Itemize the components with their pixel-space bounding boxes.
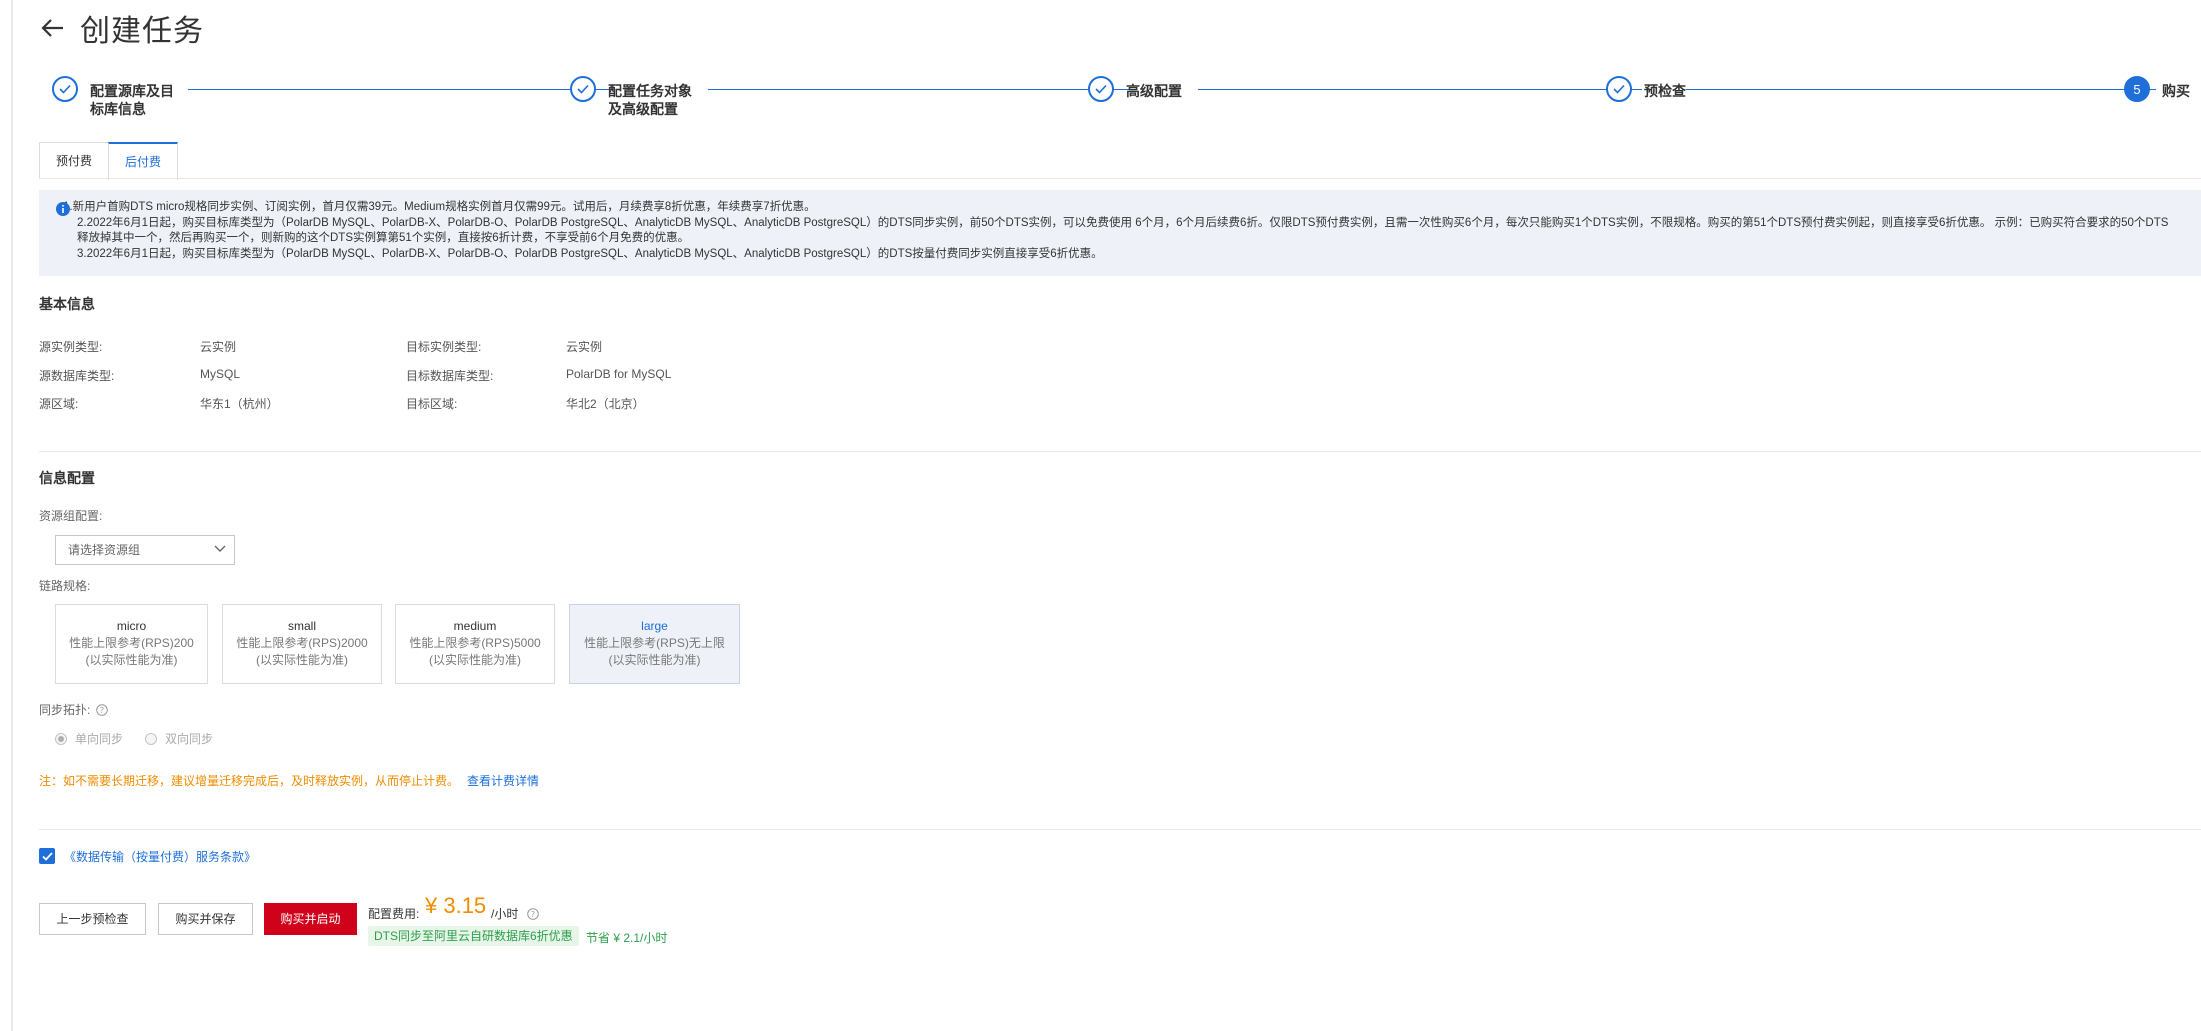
spec-name: small [287, 619, 316, 633]
step-label: 预检查 [1644, 83, 1686, 99]
notice-line: 1.新用户首购DTS micro规格同步实例、订阅实例，首月仅需39元。Medi… [63, 201, 816, 213]
target-db-type-value: PolarDB for MySQL [566, 367, 672, 381]
step-connector [708, 89, 1134, 90]
savings-text: 节省 ¥ 2.1/小时 [586, 931, 668, 945]
spec-note: (以实际性能为准) [429, 653, 521, 667]
step-label: 配置任务对象 及高级配置 [608, 83, 692, 117]
terms-checkbox[interactable] [39, 848, 55, 864]
spec-card-small[interactable]: small 性能上限参考(RPS)2000 (以实际性能为准) [222, 604, 382, 684]
resource-group-select[interactable]: 请选择资源组 [55, 535, 235, 565]
create-task-page: 创建任务 配置源库及目 标库信息 配置任务对象 及高级配置 高级配置 预检查 5… [0, 0, 2201, 1031]
step-progress: 配置源库及目 标库信息 配置任务对象 及高级配置 高级配置 预检查 5 购买 [52, 76, 2201, 126]
basic-info-title: 基本信息 [39, 296, 95, 312]
target-instance-type-value: 云实例 [566, 340, 603, 354]
billing-details-link[interactable]: 查看计费详情 [467, 774, 539, 788]
check-icon [1606, 76, 1632, 102]
radio-button [55, 732, 67, 745]
resource-group-label: 资源组配置: [39, 509, 103, 523]
notice-line: 2.2022年6月1日起，购买目标库类型为（PolarDB MySQL、Pola… [77, 216, 2169, 229]
spec-name: medium [453, 619, 497, 633]
section-divider [39, 829, 2201, 830]
spec-note: (以实际性能为准) [256, 653, 348, 667]
step-connector [188, 89, 614, 90]
price-value: ¥ 3.15 [425, 893, 487, 918]
promo-notice: 1.新用户首购DTS micro规格同步实例、订阅实例，首月仅需39元。Medi… [39, 190, 2201, 276]
step-label: 高级配置 [1126, 83, 1182, 99]
step-connector [1686, 89, 2156, 90]
check-icon [1088, 76, 1114, 102]
spec-note: (以实际性能为准) [608, 653, 701, 667]
prev-precheck-button[interactable]: 上一步预检查 [39, 903, 146, 935]
source-instance-type-value: 云实例 [200, 340, 237, 354]
step-2: 配置任务对象 及高级配置 [570, 76, 692, 118]
step-label: 配置源库及目 标库信息 [90, 83, 174, 117]
spec-perf: 性能上限参考(RPS)200 [69, 636, 194, 650]
billing-note: 注：如不需要长期迁移，建议增量迁移完成后，及时释放实例，从而停止计费。 查看计费详… [39, 772, 539, 789]
step-connector [1198, 89, 1642, 90]
svg-text:?: ? [100, 706, 104, 715]
notice-line: 3.2022年6月1日起，购买目标库类型为（PolarDB MySQL、Pola… [77, 247, 1103, 260]
radio-button [145, 732, 158, 745]
target-db-type-label: 目标数据库类型: [406, 369, 494, 383]
left-border [11, 0, 13, 1031]
tabs-divider [39, 178, 2201, 179]
radio-one-way[interactable]: 单向同步 [55, 730, 123, 747]
spec-perf: 性能上限参考(RPS)2000 [236, 636, 368, 650]
spec-name: large [641, 619, 668, 633]
step-5: 5 购买 [2124, 76, 2190, 102]
step-3: 高级配置 [1088, 76, 1182, 102]
sync-topology-label: 同步拓扑: ? [39, 701, 109, 718]
buy-and-start-button[interactable]: 购买并启动 [264, 903, 357, 935]
spec-label: 链路规格: [39, 579, 91, 593]
spec-perf: 性能上限参考(RPS)无上限 [584, 636, 725, 650]
page-title: 创建任务 [80, 15, 204, 48]
spec-card-micro[interactable]: micro 性能上限参考(RPS)200 (以实际性能为准) [55, 604, 208, 684]
spec-card-medium[interactable]: medium 性能上限参考(RPS)5000 (以实际性能为准) [395, 604, 555, 684]
tab-prepaid[interactable]: 预付费 [39, 142, 110, 179]
help-icon[interactable]: ? [96, 703, 109, 716]
resource-group-placeholder: 请选择资源组 [68, 543, 141, 557]
terms-link[interactable]: 《数据传输（按量付费）服务条款》 [64, 848, 256, 865]
step-label: 购买 [2162, 83, 2190, 99]
notice-line: 释放掉其中一个，然后再购买一个，则新购的这个DTS实例算第51个实例，直接按6折… [77, 232, 690, 245]
svg-text:?: ? [531, 910, 535, 919]
price-unit: /小时 [491, 907, 519, 921]
billing-note-text: 注：如不需要长期迁移，建议增量迁移完成后，及时释放实例，从而停止计费。 [39, 774, 460, 788]
radio-label: 单向同步 [75, 732, 124, 746]
sync-topology-options: 单向同步 双向同步 [55, 730, 235, 747]
source-db-type-value: MySQL [200, 367, 241, 381]
source-region-label: 源区域: [39, 397, 79, 411]
buy-and-save-button[interactable]: 购买并保存 [158, 903, 253, 935]
spec-name: micro [116, 619, 147, 633]
target-region-value: 华北2（北京） [566, 397, 645, 411]
help-icon[interactable]: ? [527, 908, 539, 920]
chevron-down-icon [214, 545, 226, 552]
billing-tabs: 预付费 后付费 [39, 142, 179, 180]
config-title: 信息配置 [39, 470, 95, 486]
step-1: 配置源库及目 标库信息 [52, 76, 174, 118]
section-divider [39, 451, 2201, 452]
check-icon [52, 76, 78, 102]
check-icon [41, 851, 53, 861]
info-icon [56, 202, 70, 216]
spec-card-large[interactable]: large 性能上限参考(RPS)无上限 (以实际性能为准) [569, 604, 740, 684]
source-instance-type-label: 源实例类型: [39, 340, 103, 354]
radio-two-way[interactable]: 双向同步 [145, 730, 213, 747]
radio-label: 双向同步 [165, 732, 214, 746]
promo-tag: DTS同步至阿里云自研数据库6折优惠 [368, 926, 579, 946]
spec-note: (以实际性能为准) [85, 653, 178, 667]
tab-postpaid[interactable]: 后付费 [108, 142, 179, 180]
step-number: 5 [2124, 76, 2150, 102]
target-region-label: 目标区域: [406, 397, 458, 411]
back-arrow-icon[interactable] [38, 13, 68, 43]
source-region-value: 华东1（杭州） [200, 397, 279, 411]
page-header: 创建任务 [38, 8, 204, 48]
step-4: 预检查 [1606, 76, 1686, 102]
check-icon [570, 76, 596, 102]
price-label: 配置费用: [368, 907, 420, 921]
target-instance-type-label: 目标实例类型: [406, 340, 482, 354]
spec-perf: 性能上限参考(RPS)5000 [409, 636, 541, 650]
source-db-type-label: 源数据库类型: [39, 369, 115, 383]
